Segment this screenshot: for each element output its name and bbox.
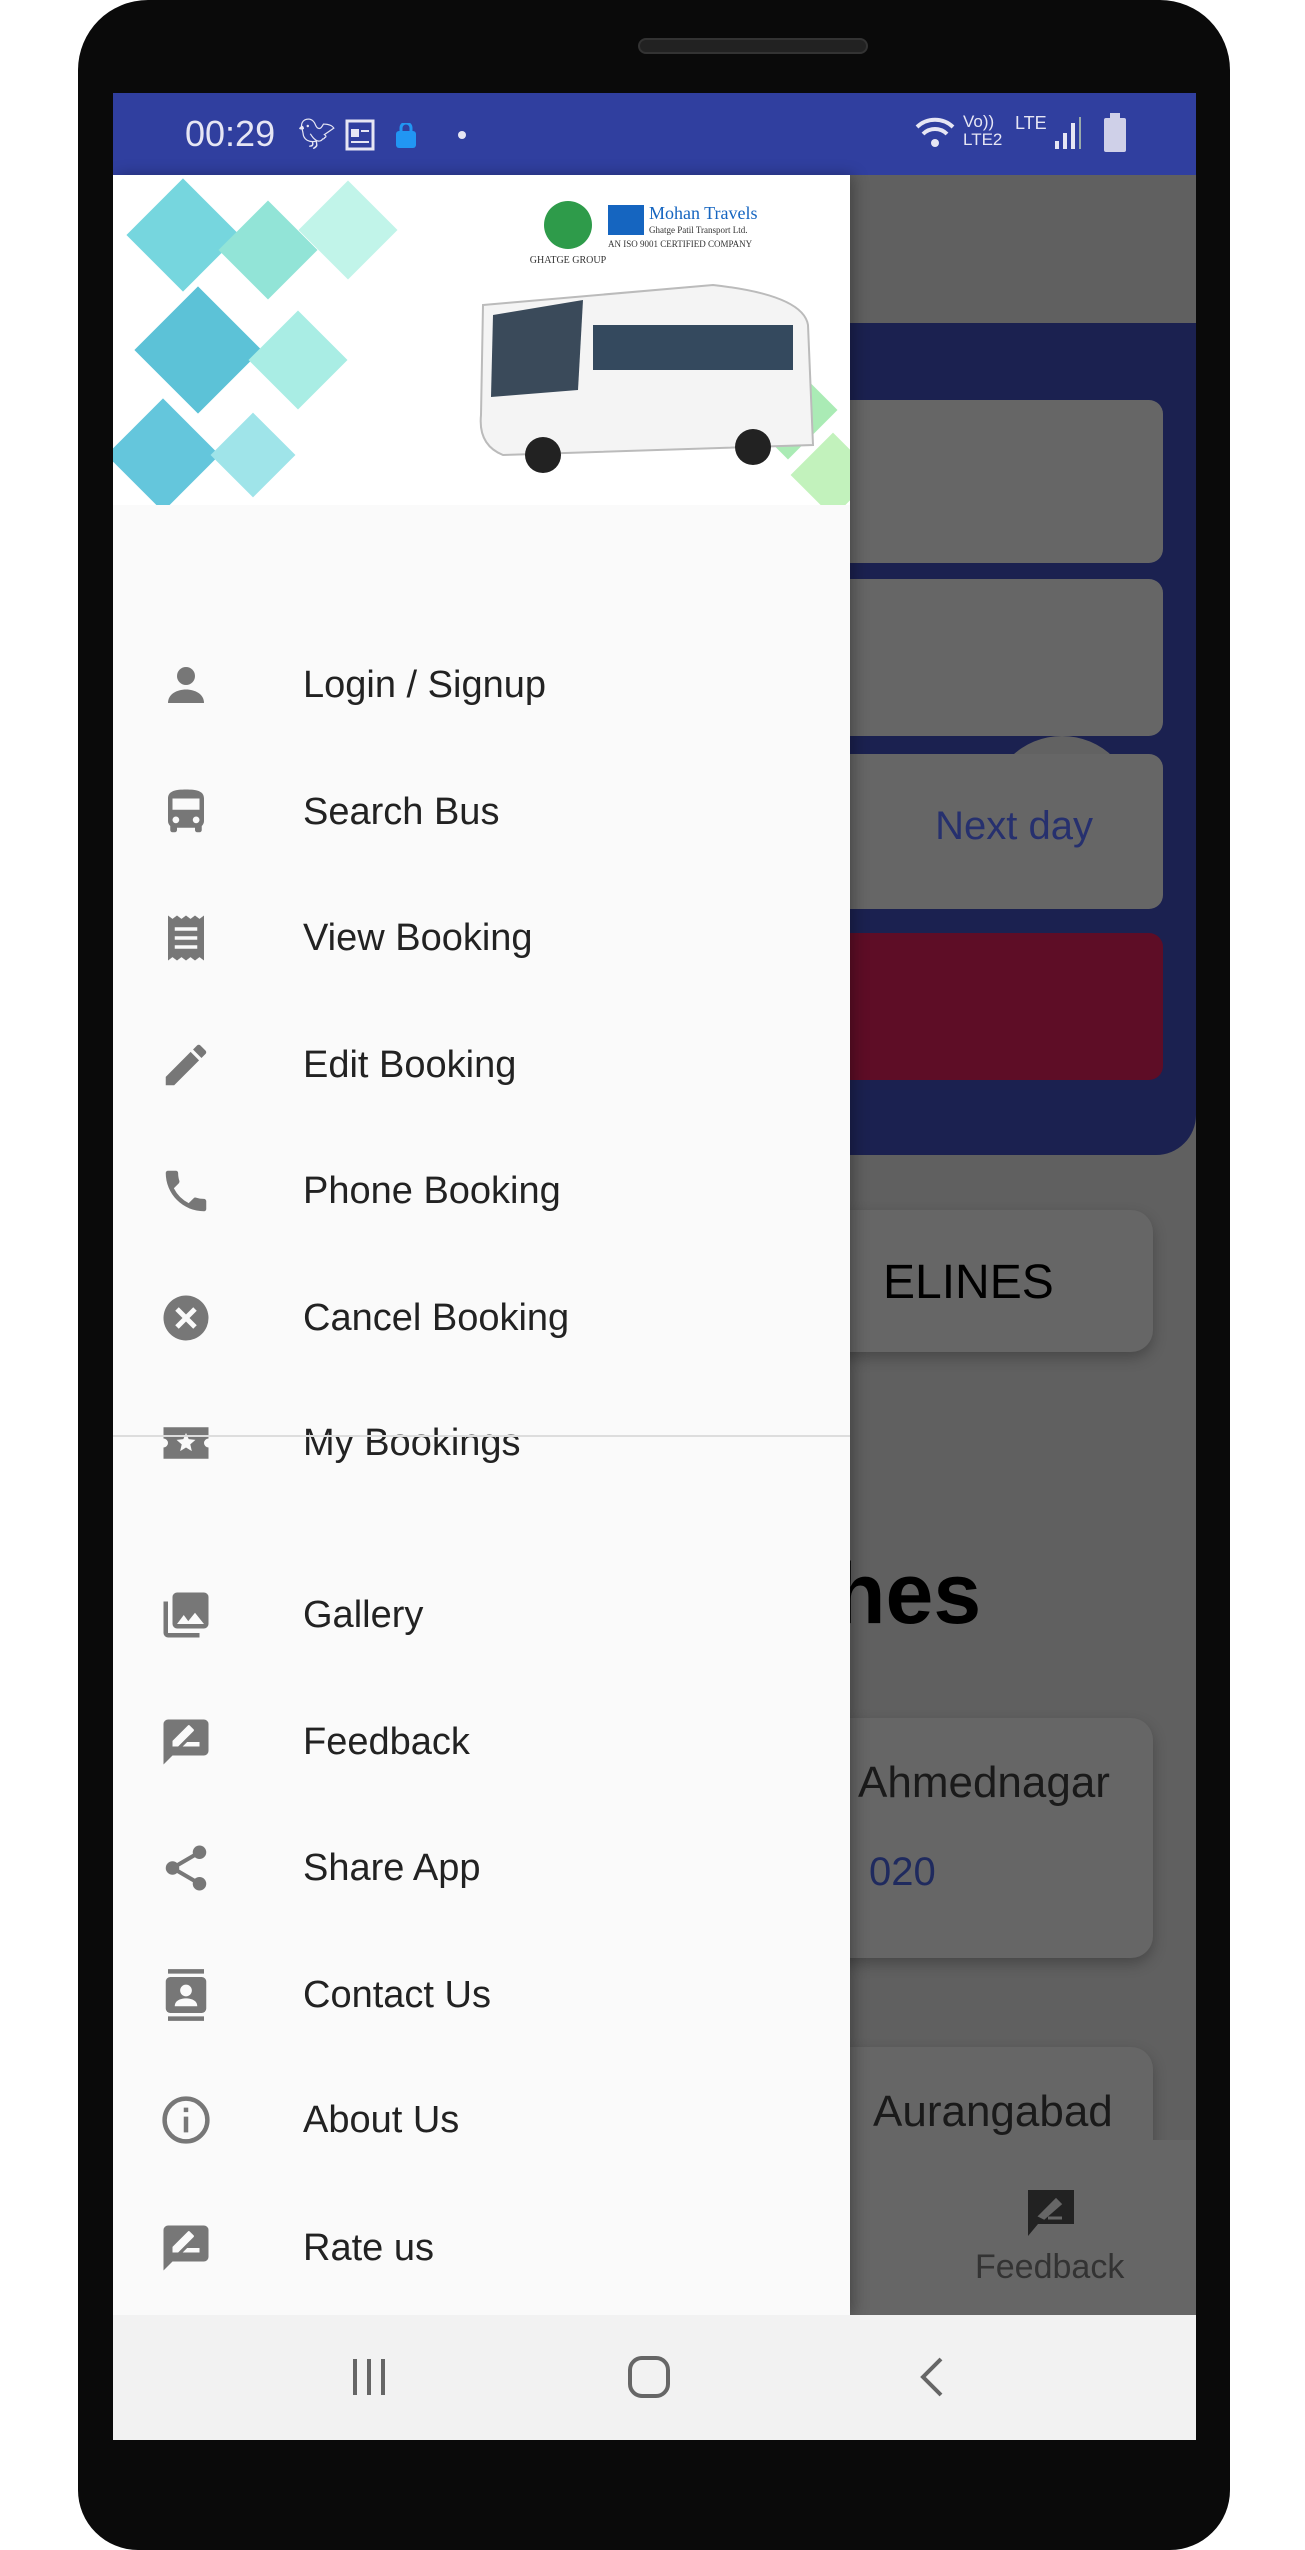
info-icon (162, 2096, 210, 2144)
route-text: Ahmednagar (858, 1758, 1110, 1807)
lte-label: LTE (1015, 113, 1047, 133)
gallery-icon (163, 1592, 209, 1638)
menu-label: Share App (303, 1847, 481, 1889)
menu-label: Rate us (303, 2227, 434, 2269)
pencil-icon (165, 1044, 207, 1086)
menu-label: Search Bus (303, 791, 500, 833)
person-icon (168, 667, 204, 703)
feedback-tab-icon[interactable] (1026, 2188, 1076, 2238)
menu-label: About Us (303, 2099, 460, 2141)
receipt-icon (168, 915, 204, 961)
menu-gallery[interactable]: Gallery (113, 1560, 850, 1670)
recent-apps-icon[interactable] (349, 2355, 389, 2399)
dot-icon (458, 131, 466, 139)
menu-label: Cancel Booking (303, 1297, 570, 1339)
menu-label: Edit Booking (303, 1044, 517, 1086)
route-text: Aurangabad (873, 2087, 1113, 2136)
navigation-drawer: GHATGE GROUP Mohan Travels Ghatge Patil … (113, 175, 850, 2315)
menu-label: Gallery (303, 1594, 424, 1636)
menu-phone-booking[interactable]: Phone Booking (113, 1136, 850, 1246)
phone-speaker (638, 38, 868, 54)
menu-about-us[interactable]: About Us (113, 2065, 850, 2175)
menu-contact-us[interactable]: Contact Us (113, 1940, 850, 2050)
menu-feedback[interactable]: Feedback (113, 1687, 850, 1797)
screen: 00:29 🐦︎ Vo)) LTE2 LTE ⇅ ay Next day S E… (113, 93, 1196, 2440)
bus-icon (168, 789, 204, 833)
menu-label: View Booking (303, 917, 533, 959)
shopping-bag-icon (396, 123, 416, 148)
brand-subtitle: Ghatge Patil Transport Ltd. (649, 225, 748, 235)
phone-icon (165, 1170, 207, 1212)
menu-divider (113, 1435, 850, 1437)
twitter-icon: 🐦︎ (298, 118, 337, 151)
status-time: 00:29 (185, 113, 276, 154)
cancel-icon (163, 1295, 209, 1341)
menu-label: Feedback (303, 1721, 470, 1763)
bus-image (479, 283, 815, 473)
next-day-button[interactable]: Next day (935, 804, 1093, 849)
contact-icon (165, 1969, 207, 2021)
group-name: GHATGE GROUP (530, 255, 607, 266)
brand-name: Mohan Travels (649, 203, 758, 223)
share-icon (165, 1845, 207, 1891)
volte-icon: Vo)) LTE2 (963, 112, 1003, 149)
menu-label: My Bookings (303, 1422, 521, 1464)
lte-signal-icon (1055, 117, 1081, 149)
menu-rate-us[interactable]: Rate us (113, 2193, 850, 2303)
certification-text: AN ISO 9001 CERTIFIED COMPANY (608, 239, 753, 249)
date-text: 020 (869, 1850, 936, 1894)
menu-edit-booking[interactable]: Edit Booking (113, 1010, 850, 1120)
menu-share-app[interactable]: Share App (113, 1813, 850, 1923)
drawer-header: GHATGE GROUP Mohan Travels Ghatge Patil … (113, 175, 850, 505)
menu-view-booking[interactable]: View Booking (113, 883, 850, 993)
menu-login-signup[interactable]: Login / Signup (113, 630, 850, 740)
menu-label: Phone Booking (303, 1170, 561, 1212)
wifi-icon (915, 117, 955, 147)
status-bar: 00:29 🐦︎ Vo)) LTE2 LTE (113, 93, 1196, 175)
header-pattern: GHATGE GROUP Mohan Travels Ghatge Patil … (113, 178, 850, 505)
battery-icon (1104, 113, 1126, 152)
menu-search-bus[interactable]: Search Bus (113, 757, 850, 867)
feedback-tab[interactable]: Feedback (975, 2248, 1124, 2287)
menu-cancel-booking[interactable]: Cancel Booking (113, 1263, 850, 1373)
section-heading: hes (833, 1546, 982, 1642)
news-icon (345, 119, 375, 151)
back-icon[interactable] (917, 2355, 947, 2399)
menu-my-bookings[interactable]: My Bookings (113, 1388, 850, 1498)
menu-label: Login / Signup (303, 664, 546, 706)
system-nav-bar (113, 2315, 1196, 2440)
feedback-icon (163, 1719, 209, 1765)
home-icon[interactable] (627, 2355, 671, 2399)
rate-icon (163, 2225, 209, 2271)
ticket-star-icon (163, 1427, 209, 1459)
menu-label: Contact Us (303, 1974, 491, 2016)
